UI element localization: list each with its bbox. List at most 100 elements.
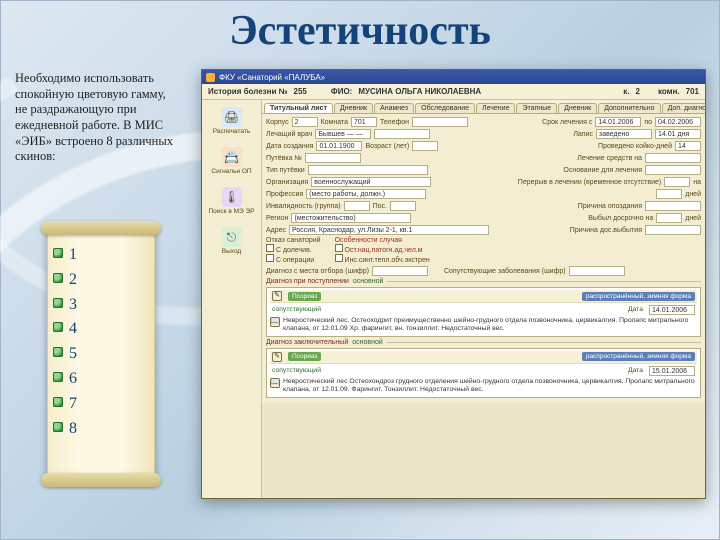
diag2-date-input[interactable]: 15.01.2006 xyxy=(649,366,695,376)
app-window-title: ФКУ «Санаторий «ПАЛУБА» xyxy=(219,73,325,82)
lechsred-label: Лечение средств на xyxy=(577,155,642,162)
tab-diary2[interactable]: Дневник xyxy=(558,103,597,113)
fio-value: МУСИНА ОЛЬГА НИКОЛАЕВНА xyxy=(358,87,481,96)
opozd-input[interactable] xyxy=(645,201,701,211)
dosvyb-input[interactable] xyxy=(645,225,701,235)
diag-post-value: основной xyxy=(353,278,384,285)
age-input[interactable] xyxy=(412,141,438,151)
sidebar-search-button[interactable]: 🌡 Поиск в МЭ ЭР xyxy=(204,184,259,218)
tab-diary[interactable]: Дневник xyxy=(334,103,373,113)
tab-treatment[interactable]: Лечение xyxy=(476,103,515,113)
dosroch-input[interactable] xyxy=(656,213,682,223)
tab-bar: Титульный лист Дневник Анамнез Обследова… xyxy=(262,100,705,114)
komnata-input[interactable]: 701 xyxy=(351,117,377,127)
dney-input[interactable] xyxy=(656,189,682,199)
pos-input[interactable] xyxy=(390,201,416,211)
create-input[interactable]: 01.01.1900 xyxy=(316,141,362,151)
tab-extra[interactable]: Дополнительно xyxy=(598,103,660,113)
osob-item-2: Инс.синт.тепл.обч.экстрен xyxy=(345,257,430,264)
diag2-text: Невростический лес Остеохондроз грудного… xyxy=(283,378,697,395)
diag1-tag: Псориаз xyxy=(288,292,321,301)
diag-mesta-input[interactable] xyxy=(372,266,428,276)
telefon-input[interactable] xyxy=(412,117,468,127)
sidebar-print-button[interactable]: 🖨 Распечатать xyxy=(204,104,259,138)
osob-check-2[interactable] xyxy=(335,254,343,262)
k-label: к. xyxy=(623,87,629,96)
pereryv-label: Перерыв в лечении (временное отсутствие) xyxy=(518,179,661,186)
osob-header: Особенности случая xyxy=(335,237,402,244)
inval-input[interactable] xyxy=(344,201,370,211)
diag1-sub: сопутствующий xyxy=(272,306,321,314)
history-no: 255 xyxy=(294,87,307,96)
tab-anamnesis[interactable]: Анамнез xyxy=(374,103,414,113)
tip-input[interactable] xyxy=(308,165,428,175)
sidebar-exit-button[interactable]: ⎋ Выход xyxy=(204,224,259,258)
room-value: 701 xyxy=(686,87,699,96)
diag1-badge: распространённый, зимняя форма xyxy=(582,292,695,301)
tab-exam[interactable]: Обследование xyxy=(415,103,475,113)
inval-label: Инвалидность (группа) xyxy=(266,203,341,210)
list-item: 3 xyxy=(69,293,155,318)
lapis-label: Лапис xyxy=(573,131,593,138)
diag2-tag: Псориаз xyxy=(288,352,321,361)
koiko-input[interactable]: 14 xyxy=(675,141,701,151)
sidebar-item-label: Выход xyxy=(222,248,241,255)
list-item: 7 xyxy=(69,392,155,417)
diag2-badge: распространённый, зимняя форма xyxy=(582,352,695,361)
lapis-input[interactable]: заведено xyxy=(596,129,652,139)
dney-label: дней xyxy=(685,191,701,198)
otkaz-check-2[interactable] xyxy=(266,254,274,262)
sidebar-item-label: Поиск в МЭ ЭР xyxy=(209,208,255,215)
edit-icon[interactable]: ✎ xyxy=(272,291,282,301)
fio-label: ФИО: xyxy=(331,87,352,96)
prof-input[interactable]: (место работы, должн.) xyxy=(306,189,426,199)
diag2-sub: сопутствующий xyxy=(272,367,321,375)
tab-title-page[interactable]: Титульный лист xyxy=(264,103,333,113)
otkaz-item-2: С операции xyxy=(276,257,314,264)
app-icon xyxy=(206,73,215,82)
pereryv-input[interactable] xyxy=(664,177,690,187)
org-input[interactable]: военнослужащий xyxy=(311,177,431,187)
book-icon[interactable]: 📖 xyxy=(270,317,280,327)
vrach-label: Лечащий врач xyxy=(266,131,312,138)
book-icon[interactable]: 📖 xyxy=(270,378,280,388)
list-item: 1 xyxy=(69,243,155,268)
sidebar-item-label: Распечатать xyxy=(213,128,251,135)
osn-input[interactable] xyxy=(645,165,701,175)
srok-from-input[interactable]: 14.01.2006 xyxy=(595,117,641,127)
edit-icon[interactable]: ✎ xyxy=(272,352,282,362)
putevka-input[interactable] xyxy=(305,153,361,163)
tab-extra-diag[interactable]: Доп. диагнозы xyxy=(662,103,705,113)
list-item: 5 xyxy=(69,342,155,367)
otkaz-check-1[interactable] xyxy=(266,244,274,252)
org-label: Организация xyxy=(266,179,308,186)
diag1-date-input[interactable]: 14.01.2006 xyxy=(649,305,695,315)
slide-title: Эстетичность xyxy=(1,1,719,57)
diag-zakl-value: основной xyxy=(352,339,383,346)
app-titlebar: ФКУ «Санаторий «ПАЛУБА» xyxy=(202,70,705,84)
telefon-label: Телефон xyxy=(380,119,409,126)
osn-label: Основание для лечения xyxy=(563,167,642,174)
region-input[interactable]: (местожительство) xyxy=(291,213,411,223)
osob-check-1[interactable] xyxy=(335,244,343,252)
tab-stage[interactable]: Этапные xyxy=(516,103,557,113)
tip-label: Тип путёвки xyxy=(266,167,305,174)
opozd-label: Причина опоздания xyxy=(578,203,642,210)
korpus-input[interactable]: 2 xyxy=(292,117,318,127)
lapis-date-input[interactable]: 14.01 дня xyxy=(655,129,701,139)
otkaz-header: Отказ санаторий xyxy=(266,237,321,244)
age-label: Возраст (лет) xyxy=(365,143,409,150)
list-item: 2 xyxy=(69,268,155,293)
vrach2-input[interactable] xyxy=(374,129,430,139)
soput-input[interactable] xyxy=(569,266,625,276)
list-item: 6 xyxy=(69,367,155,392)
list-item: 4 xyxy=(69,317,155,342)
sidebar-signal-button[interactable]: 📇 Сигнальн ОП xyxy=(204,144,259,178)
vrach-input[interactable]: Бывшев — — xyxy=(315,129,371,139)
lechsred-input[interactable] xyxy=(645,153,701,163)
srok-to-label: по xyxy=(644,119,652,126)
soput-label: Сопутствующие заболевания (шифр) xyxy=(444,268,566,275)
pereryv-na: на xyxy=(693,179,701,186)
adres-input[interactable]: Россия, Краснодар, ул.Лизы 2-1, кв.1 xyxy=(289,225,489,235)
srok-to-input[interactable]: 04.02.2006 xyxy=(655,117,701,127)
